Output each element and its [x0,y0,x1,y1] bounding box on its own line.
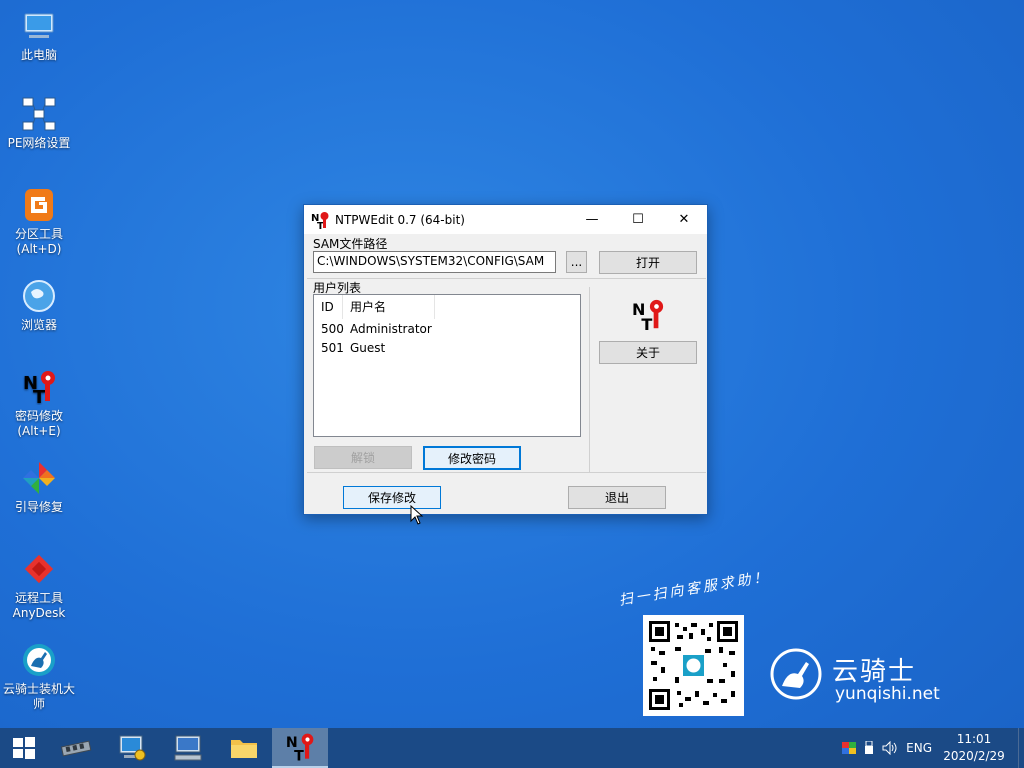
language-indicator[interactable]: ENG [906,741,932,755]
desktop-icon-label: 此电脑 [20,48,57,62]
user-id: 500 [321,321,344,336]
table-row[interactable]: 500 Administrator [314,319,580,338]
taskbar-app-memory[interactable] [48,728,104,768]
desktop-icon-pe-network[interactable]: PE网络设置 [0,96,78,151]
diskgenius-icon [25,189,53,221]
ntpwedit-window: N T NTPWEdit 0.7 (64-bit) — ☐ ✕ SAM文件路径 … [303,204,708,515]
desktop-icon-yunqishi[interactable]: 云骑士装机大 师 [0,642,78,712]
pinwheel-icon [23,462,55,494]
save-changes-button[interactable]: 保存修改 [343,486,441,509]
minimize-icon: — [585,212,599,227]
start-button[interactable] [0,728,48,768]
divider [307,278,706,279]
ntpwedit-icon: N T [23,371,55,405]
svg-text:T: T [317,221,324,229]
user-list[interactable]: ID 用户名 500 Administrator 501 Guest [313,294,581,437]
system-tray: ENG 11:01 2020/2/29 [838,728,1024,768]
clock-time: 11:01 [956,732,992,746]
desktop-icon-label: 分区工具 (Alt+D) [14,227,63,256]
user-name: Administrator [350,321,432,336]
column-header-username[interactable]: 用户名 [343,294,435,319]
change-password-button[interactable]: 修改密码 [423,446,521,470]
desktop-icon-label: 密码修改 (Alt+E) [14,409,63,438]
brand-name-en: yunqishi.net [835,684,940,704]
network-monitor-icon [119,735,146,761]
column-header-id[interactable]: ID [314,294,343,319]
maximize-button[interactable]: ☐ [615,205,661,234]
close-icon: ✕ [678,212,690,227]
desktop-icon-anydesk[interactable]: 远程工具 AnyDesk [0,551,78,621]
divider [589,287,590,472]
desktop-icon-label: 引导修复 [14,500,63,514]
desktop-icon-password-edit[interactable]: N T 密码修改 (Alt+E) [0,369,78,439]
user-id: 501 [321,340,344,355]
title-bar[interactable]: N T NTPWEdit 0.7 (64-bit) — ☐ ✕ [304,205,707,234]
desktop-icon-label: 浏览器 [20,318,57,332]
taskbar-app-file-explorer[interactable] [216,728,272,768]
yunqishi-icon [23,644,55,676]
support-slogan: 扫一扫向客服求助！ [617,569,772,609]
divider [307,472,706,473]
globe-icon [23,280,55,312]
window-title: NTPWEdit 0.7 (64-bit) [335,212,465,227]
brand-name-cn: 云骑士 [832,657,917,687]
minimize-button[interactable]: — [569,205,615,234]
maximize-icon: ☐ [632,212,644,227]
usb-icon[interactable] [864,741,874,755]
sam-path-input[interactable]: C:\WINDOWS\SYSTEM32\CONFIG\SAM [313,251,556,273]
ntpwedit-icon: N T [286,733,314,762]
taskbar-app-ntpwedit[interactable]: N T [272,728,328,768]
open-button[interactable]: 打开 [599,251,697,274]
user-name: Guest [350,340,386,355]
mouse-cursor-icon [410,505,424,525]
browse-button[interactable]: ... [566,251,587,273]
clock[interactable]: 11:01 2020/2/29 [936,731,1012,765]
desktop-icon-browser[interactable]: 浏览器 [0,278,78,333]
memory-icon [60,740,92,757]
unlock-button[interactable]: 解锁 [314,446,412,469]
yunqishi-logo-icon [770,648,822,700]
windows-logo-icon [13,737,35,759]
svg-text:T: T [294,748,304,762]
desktop-icon-partition-tool[interactable]: 分区工具 (Alt+D) [0,187,78,257]
exit-button[interactable]: 退出 [568,486,666,509]
color-display-icon[interactable] [842,742,857,754]
svg-text:T: T [641,315,652,332]
clock-date: 2020/2/29 [943,749,1005,763]
desktop-icon-boot-repair[interactable]: 引导修复 [0,460,78,515]
folder-icon [231,740,257,758]
volume-icon[interactable] [882,741,898,755]
taskbar: N T ENG 11:01 2020/2/29 [0,728,1024,768]
desktop-icon-label: 云骑士装机大 师 [2,682,75,711]
ntpwedit-icon: N T [311,211,329,229]
computer-icon [24,13,54,38]
taskbar-app-computer-manage[interactable] [160,728,216,768]
list-header: ID 用户名 [314,294,580,319]
table-row[interactable]: 501 Guest [314,338,580,357]
ntpwedit-logo-icon: N T [632,299,664,332]
desktop-icon-label: 远程工具 AnyDesk [12,591,66,620]
desktop-icon-label: PE网络设置 [7,136,71,150]
about-button[interactable]: 关于 [599,341,697,364]
close-button[interactable]: ✕ [661,205,707,234]
anydesk-icon [24,554,54,584]
taskbar-app-network-monitor[interactable] [104,728,160,768]
qr-code-icon [649,621,738,710]
sam-path-label: SAM文件路径 [313,237,388,251]
show-desktop-button[interactable] [1018,728,1024,768]
qr-code [643,615,744,716]
computer-manage-icon [174,735,202,761]
svg-text:T: T [33,387,46,405]
desktop-icon-this-pc[interactable]: 此电脑 [0,8,78,63]
network-icon [22,97,56,131]
